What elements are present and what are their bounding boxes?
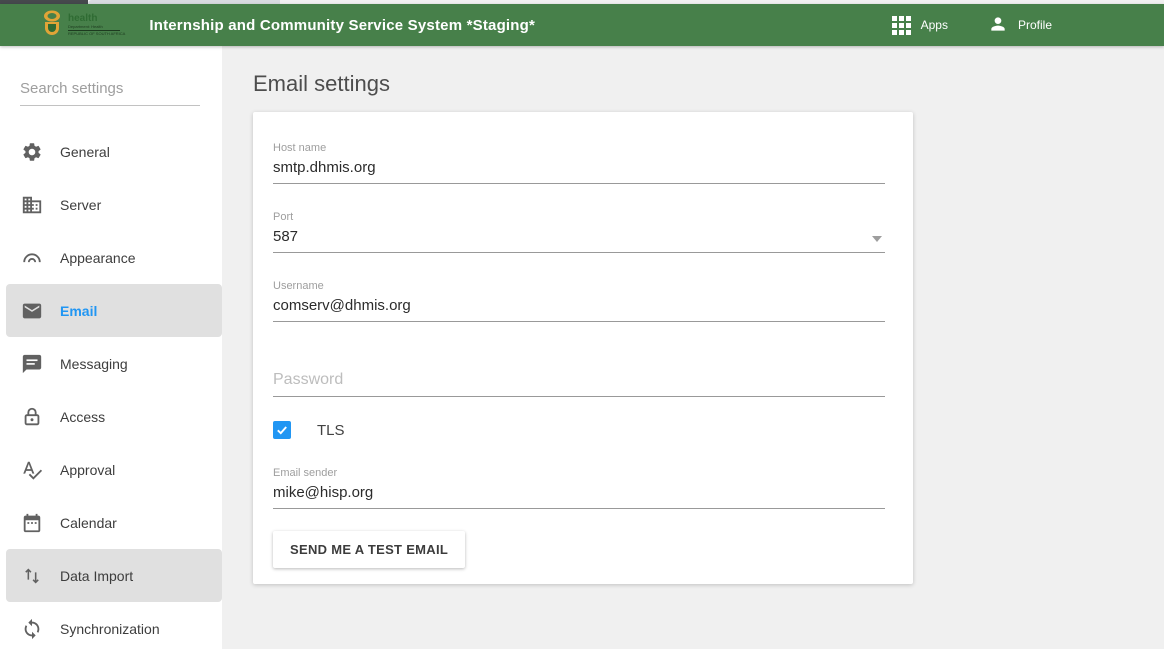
- sidebar-item-access[interactable]: Access: [0, 390, 222, 443]
- username-input[interactable]: [273, 292, 885, 321]
- app-header: health Department: Health REPUBLIC OF SO…: [0, 4, 1164, 46]
- profile-label: Profile: [1018, 18, 1052, 32]
- send-test-email-button[interactable]: SEND ME A TEST EMAIL: [273, 531, 465, 568]
- host-name-input[interactable]: [273, 154, 885, 183]
- search-settings-input[interactable]: [20, 80, 200, 97]
- password-field: [273, 366, 885, 397]
- settings-sidebar: General Server Appearance Email: [0, 46, 222, 649]
- apps-menu-button[interactable]: Apps: [892, 16, 948, 35]
- sidebar-item-calendar[interactable]: Calendar: [0, 496, 222, 549]
- apps-label: Apps: [921, 18, 948, 32]
- logo-brand-text: health: [68, 14, 125, 24]
- tls-checkbox[interactable]: [273, 421, 291, 439]
- sidebar-item-label: Appearance: [60, 250, 136, 266]
- tls-label: TLS: [317, 422, 345, 439]
- tls-checkbox-row[interactable]: TLS: [273, 421, 885, 439]
- person-icon: [988, 14, 1008, 37]
- arc-icon: [21, 247, 43, 269]
- health-department-logo[interactable]: health Department: Health REPUBLIC OF SO…: [40, 9, 125, 42]
- sidebar-item-approval[interactable]: Approval: [0, 443, 222, 496]
- sidebar-item-appearance[interactable]: Appearance: [0, 231, 222, 284]
- email-sender-label: Email sender: [273, 467, 885, 479]
- page-title: Email settings: [253, 71, 1164, 97]
- sidebar-item-data-import[interactable]: Data Import: [6, 549, 222, 602]
- search-settings-box: [20, 80, 200, 106]
- port-select-value[interactable]: [273, 223, 885, 252]
- chat-icon: [21, 353, 43, 375]
- port-label: Port: [273, 211, 885, 223]
- coat-of-arms-icon: [40, 9, 64, 42]
- logo-country-text: REPUBLIC OF SOUTH AFRICA: [68, 32, 125, 36]
- sidebar-item-messaging[interactable]: Messaging: [0, 337, 222, 390]
- sidebar-item-label: Server: [60, 197, 101, 213]
- main-content: Email settings Host name Port Username: [222, 46, 1164, 649]
- port-field: Port: [273, 211, 885, 253]
- gear-icon: [21, 141, 43, 163]
- username-field: Username: [273, 280, 885, 322]
- envelope-icon: [21, 300, 43, 322]
- calendar-icon: [21, 512, 43, 534]
- sidebar-item-general[interactable]: General: [0, 125, 222, 178]
- spellcheck-icon: [21, 459, 43, 481]
- email-sender-input[interactable]: [273, 479, 885, 508]
- sidebar-item-label: Messaging: [60, 356, 128, 372]
- sidebar-item-label: Synchronization: [60, 621, 160, 637]
- app-title: Internship and Community Service System …: [149, 17, 535, 34]
- sidebar-item-label: Approval: [60, 462, 115, 478]
- sidebar-item-label: Email: [60, 303, 97, 319]
- sidebar-item-label: General: [60, 144, 110, 160]
- building-icon: [21, 194, 43, 216]
- checkmark-icon: [275, 423, 289, 437]
- lock-icon: [21, 406, 43, 428]
- host-name-label: Host name: [273, 142, 885, 154]
- apps-grid-icon: [892, 16, 911, 35]
- password-input[interactable]: [273, 366, 885, 396]
- email-settings-card: Host name Port Username: [253, 112, 913, 584]
- sidebar-item-label: Data Import: [60, 568, 133, 584]
- chevron-down-icon[interactable]: [872, 236, 882, 242]
- sidebar-item-label: Calendar: [60, 515, 117, 531]
- sidebar-item-server[interactable]: Server: [0, 178, 222, 231]
- profile-menu-button[interactable]: Profile: [988, 14, 1052, 37]
- sync-icon: [21, 618, 43, 640]
- import-export-icon: [21, 565, 43, 587]
- sidebar-item-email[interactable]: Email: [6, 284, 222, 337]
- sidebar-item-label: Access: [60, 409, 105, 425]
- username-label: Username: [273, 280, 885, 292]
- sidebar-item-synchronization[interactable]: Synchronization: [0, 602, 222, 649]
- port-select[interactable]: [273, 223, 885, 253]
- email-sender-field: Email sender: [273, 467, 885, 509]
- host-name-field: Host name: [273, 142, 885, 184]
